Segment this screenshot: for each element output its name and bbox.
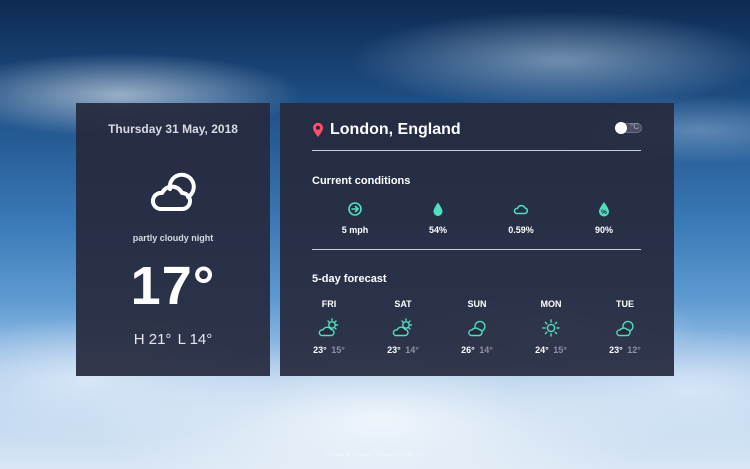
location-name: London, England: [330, 121, 461, 138]
forecast-day: SAT 23° 14°: [378, 299, 428, 355]
forecast-low: 15°: [553, 345, 567, 355]
forecast-high: 23°: [609, 345, 623, 355]
humidity-drop-icon: [433, 202, 443, 216]
condition-label: partly cloudy night: [132, 233, 214, 243]
forecast-day: SUN 26° 14°: [452, 299, 502, 355]
cloud-icon: [513, 204, 529, 215]
forecast-day-name: TUE: [616, 299, 634, 309]
current-date: Thursday 31 May, 2018: [108, 122, 238, 136]
toggle-knob[interactable]: [615, 122, 627, 134]
humidity-condition: 54%: [408, 201, 468, 235]
forecast-day-name: MON: [540, 299, 562, 309]
details-card: London, England °C Current conditions 5 …: [280, 103, 674, 376]
forecast-day: MON 24° 15°: [526, 299, 576, 355]
partly-cloudy-day-icon: [392, 318, 413, 337]
forecast-temps: 23° 14°: [378, 345, 428, 355]
partly-cloudy-day-icon: [318, 318, 339, 337]
forecast-title: 5-day forecast: [312, 273, 387, 285]
wind-value: 5 mph: [341, 225, 369, 235]
footer-credit[interactable]: Created by [unclear] · Powered by Dark S…: [0, 452, 750, 458]
forecast-low: 15°: [331, 345, 345, 355]
forecast-high: 26°: [461, 345, 475, 355]
svg-text:%: %: [601, 209, 607, 216]
divider: [312, 249, 641, 250]
current-conditions-title: Current conditions: [312, 175, 411, 187]
humidity-value: 54%: [428, 225, 447, 235]
cloud-condition: 0.59%: [491, 201, 551, 235]
forecast-day-name: FRI: [321, 299, 337, 309]
forecast-day: FRI 23° 15°: [304, 299, 354, 355]
forecast-low: 14°: [405, 345, 419, 355]
forecast-high: 24°: [535, 345, 549, 355]
forecast-high: 23°: [313, 345, 327, 355]
wind-icon: [348, 202, 362, 216]
forecast-temps: 24° 15°: [526, 345, 576, 355]
forecast-low: 14°: [479, 345, 493, 355]
cloudy-night-icon: [616, 320, 634, 337]
cloudy-night-icon: [468, 320, 486, 337]
forecast-temps: 23° 12°: [600, 345, 650, 355]
location-pin-icon: [313, 122, 323, 137]
forecast-temps: 23° 15°: [304, 345, 354, 355]
forecast-day: TUE 23° 12°: [600, 299, 650, 355]
today-card: Thursday 31 May, 2018 partly cloudy nigh…: [76, 103, 270, 376]
high-temperature: H 21°: [133, 331, 172, 348]
precipitation-value: 90%: [594, 225, 613, 235]
toggle-unit-label: °C: [630, 122, 639, 131]
forecast-temps: 26° 14°: [452, 345, 502, 355]
forecast-day-name: SUN: [467, 299, 487, 309]
forecast-high: 23°: [387, 345, 401, 355]
cloud-value: 0.59%: [508, 225, 534, 235]
unit-toggle[interactable]: °C: [615, 122, 642, 134]
low-temperature: L 14°: [177, 331, 213, 348]
precipitation-icon: %: [599, 202, 609, 217]
partly-cloudy-night-icon: [150, 172, 196, 211]
precipitation-condition: % 90%: [574, 201, 634, 235]
divider: [312, 150, 641, 151]
forecast-low: 12°: [627, 345, 641, 355]
current-temperature: 17°: [130, 256, 216, 316]
wind-condition: 5 mph: [325, 201, 385, 235]
sun-icon: [542, 319, 560, 337]
forecast-day-name: SAT: [394, 299, 412, 309]
high-low-temperature: H 21° L 14°: [76, 331, 270, 348]
